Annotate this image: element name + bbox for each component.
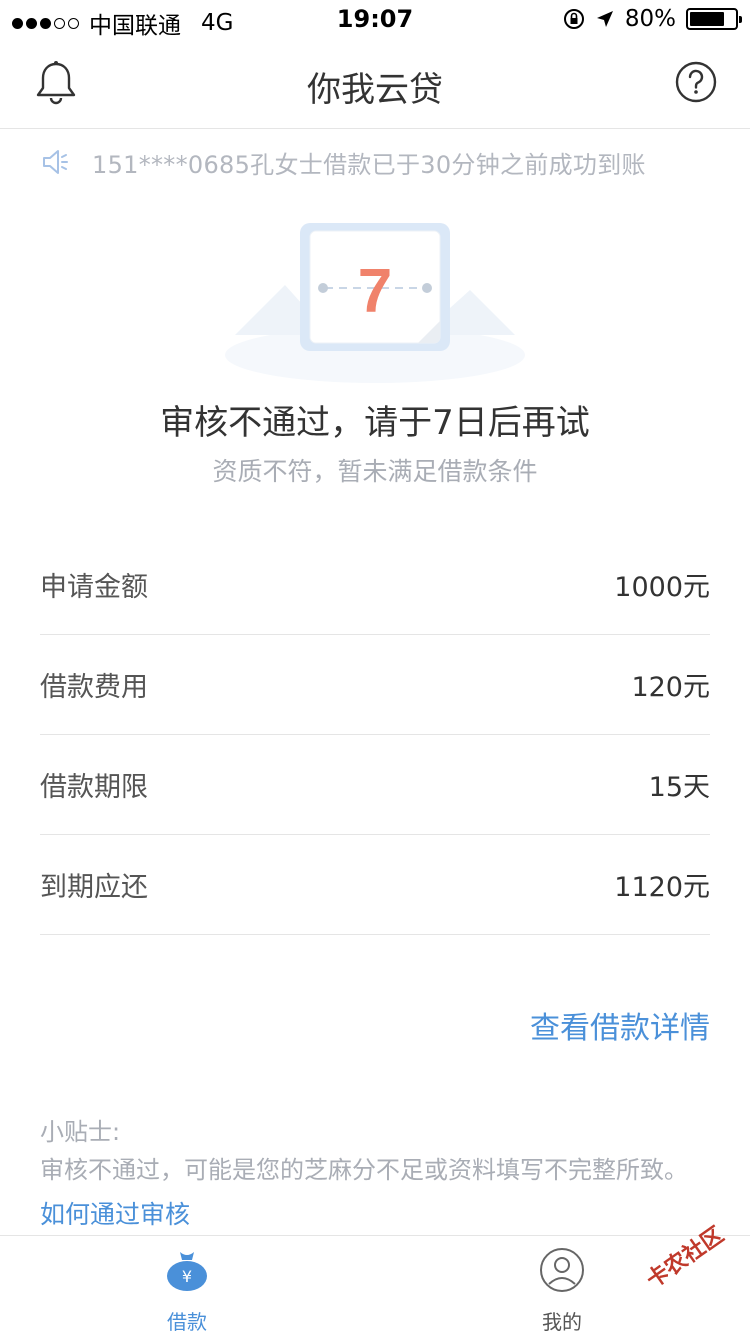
user-icon (540, 1248, 584, 1292)
detail-value: 1120元 (614, 872, 710, 903)
detail-row-fee: 借款费用 120元 (40, 635, 710, 735)
detail-value: 1000元 (614, 572, 710, 603)
status-bar: 中国联通 4G 19:07 80% (0, 0, 750, 40)
status-right: 80% (563, 6, 742, 32)
detail-label: 申请金额 (40, 572, 148, 603)
detail-value: 120元 (631, 672, 710, 703)
help-icon[interactable] (674, 60, 718, 104)
how-to-pass-review-link[interactable]: 如何通过审核 (40, 1195, 190, 1231)
detail-label: 到期应还 (40, 872, 148, 903)
announcement-bar: 151****0685孔女士借款已于30分钟之前成功到账 (40, 140, 646, 184)
result-subtitle: 资质不符，暂未满足借款条件 (212, 457, 538, 486)
tab-mine[interactable]: 我的 (502, 1246, 622, 1335)
money-bag-icon: ¥ (167, 1252, 207, 1291)
calendar-illustration: 7 (225, 223, 525, 383)
detail-label: 借款期限 (40, 772, 148, 803)
loan-detail-list: 申请金额 1000元 借款费用 120元 借款期限 15天 到期应还 1120元 (40, 535, 710, 935)
result-title: 审核不通过，请于7日后再试 (160, 403, 590, 443)
tab-label: 借款 (167, 1310, 207, 1334)
announcement-text: 151****0685孔女士借款已于30分钟之前成功到账 (92, 150, 646, 179)
detail-row-amount: 申请金额 1000元 (40, 535, 710, 635)
speaker-icon (43, 150, 68, 174)
detail-row-term: 借款期限 15天 (40, 735, 710, 835)
tab-label: 我的 (542, 1310, 582, 1334)
orientation-lock-icon (563, 9, 584, 29)
detail-value: 15天 (648, 772, 710, 803)
navigation-bar: 你我云贷 (0, 40, 750, 129)
view-loan-details-link[interactable]: 查看借款详情 (530, 1003, 710, 1047)
page-title: 你我云贷 (307, 70, 443, 110)
tips-text: 审核不通过，可能是您的芝麻分不足或资料填写不完整所致。 (40, 1156, 688, 1184)
detail-label: 借款费用 (40, 672, 148, 703)
battery-icon (686, 8, 742, 30)
calendar-day-number: 7 (358, 257, 392, 326)
detail-row-due: 到期应还 1120元 (40, 835, 710, 935)
tips-title: 小贴士: (40, 1118, 121, 1146)
svg-text:¥: ¥ (182, 1267, 192, 1286)
battery-percent: 80% (624, 6, 676, 32)
tab-loan[interactable]: ¥ 借款 (127, 1246, 247, 1335)
location-icon (596, 11, 613, 27)
tab-bar: ¥ 借款 我的 (0, 1235, 750, 1335)
